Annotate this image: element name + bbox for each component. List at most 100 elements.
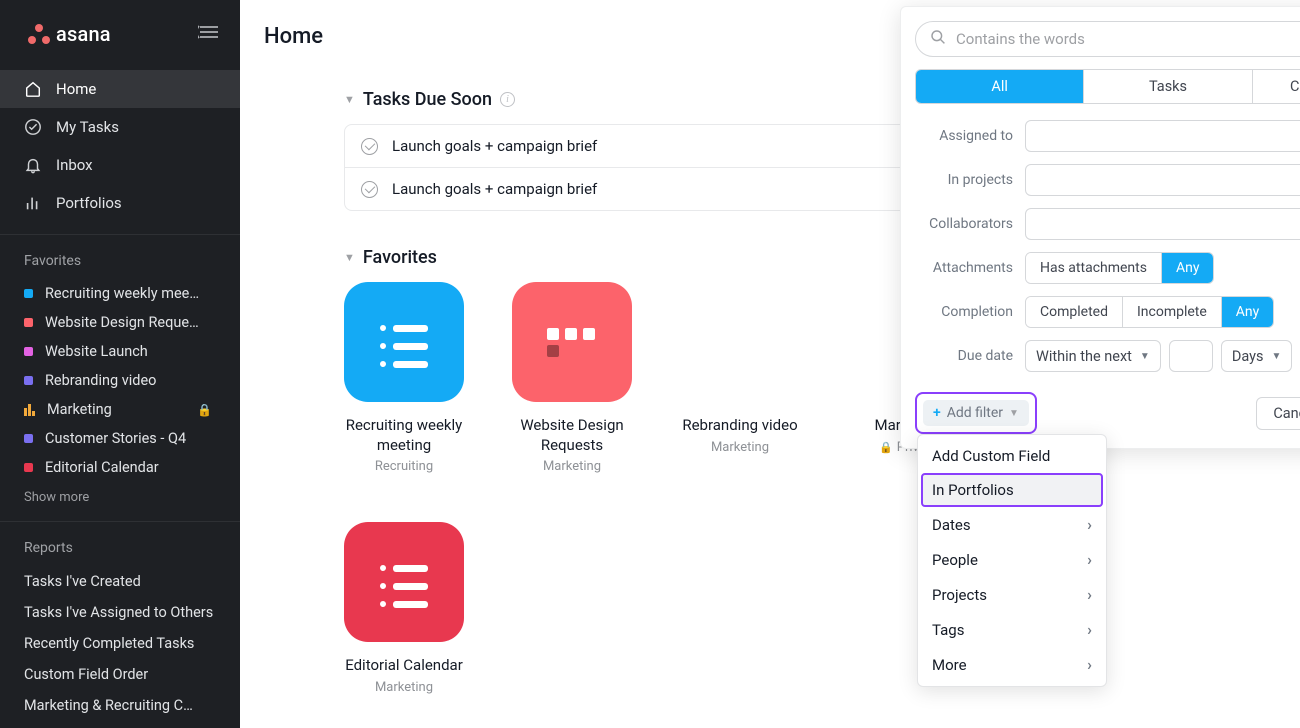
asana-logo[interactable]: asana (28, 22, 111, 46)
label-attachments: Attachments (915, 260, 1025, 276)
dd-projects[interactable]: Projects› (918, 577, 1106, 612)
show-more-link[interactable]: Show more (0, 482, 240, 513)
nav-portfolios-label: Portfolios (56, 194, 122, 212)
chevron-down-icon: ▼ (1271, 351, 1281, 362)
add-filter-button[interactable]: + Add filter ▼ (923, 400, 1029, 426)
sidebar-favorite-item[interactable]: Customer Stories - Q4 (0, 424, 240, 453)
card-tile (680, 282, 800, 402)
tasks-due-heading: Tasks Due Soon (363, 89, 492, 110)
sidebar-favorite-item[interactable]: Marketing🔒 (0, 395, 240, 424)
dd-dates[interactable]: Dates› (918, 507, 1106, 542)
label-completion: Completion (915, 304, 1025, 320)
in-projects-input[interactable] (1025, 164, 1300, 196)
project-color-icon (24, 376, 33, 385)
board-icon (547, 328, 597, 357)
due-unit-select[interactable]: Days▼ (1221, 340, 1293, 372)
seg-attach-any[interactable]: Any (1161, 253, 1214, 283)
sidebar-favorite-item[interactable]: Recruiting weekly mee… (0, 279, 240, 308)
nav-inbox[interactable]: Inbox (0, 146, 240, 184)
sidebar-report-item[interactable]: Tasks I've Assigned to Others (0, 597, 240, 628)
favorites-header: Favorites (0, 243, 240, 279)
home-icon (24, 80, 42, 98)
tab-tasks[interactable]: Tasks (1083, 70, 1251, 103)
nav-home-label: Home (56, 80, 96, 98)
seg-incomplete[interactable]: Incomplete (1122, 297, 1221, 327)
collaborators-input[interactable] (1025, 208, 1300, 240)
favorite-card[interactable]: Editorial CalendarMarketing (344, 522, 464, 695)
sidebar-favorite-label: Customer Stories - Q4 (45, 430, 186, 447)
sidebar-favorite-item[interactable]: Editorial Calendar (0, 453, 240, 482)
task-title: Launch goals + campaign brief (392, 137, 597, 155)
chevron-right-icon: › (1087, 620, 1092, 639)
collapse-sidebar-icon[interactable] (198, 24, 220, 44)
complete-task-icon[interactable] (361, 181, 378, 198)
chevron-right-icon: › (1087, 550, 1092, 569)
info-icon[interactable]: i (500, 92, 515, 107)
sidebar-favorite-item[interactable]: Website Design Reque… (0, 308, 240, 337)
dd-more[interactable]: More› (918, 647, 1106, 682)
advanced-search-panel: All Tasks Conversations Assigned to In p… (900, 6, 1300, 449)
nav-my-tasks[interactable]: My Tasks (0, 108, 240, 146)
sidebar-favorite-label: Marketing (47, 401, 112, 418)
seg-completion-any[interactable]: Any (1221, 297, 1274, 327)
tab-all[interactable]: All (916, 70, 1083, 103)
chart-icon (24, 194, 42, 212)
project-color-icon (24, 289, 33, 298)
portfolio-icon (24, 404, 35, 416)
seg-has-attachments[interactable]: Has attachments (1026, 253, 1161, 283)
label-assigned-to: Assigned to (915, 128, 1025, 144)
dd-people[interactable]: People› (918, 542, 1106, 577)
collapse-caret-icon[interactable]: ▼ (344, 93, 355, 106)
card-title: Rebranding video (680, 416, 800, 436)
sidebar-report-item[interactable]: Marketing & Recruiting C… (0, 690, 240, 721)
nav-portfolios[interactable]: Portfolios (0, 184, 240, 222)
cancel-button[interactable]: Cancel (1256, 397, 1300, 430)
plus-icon: + (933, 405, 941, 421)
nav-home[interactable]: Home (0, 70, 240, 108)
favorite-card[interactable]: Recruiting weekly meeting Recruiting (344, 282, 464, 474)
tab-conversations[interactable]: Conversations (1252, 70, 1300, 103)
sidebar-favorite-item[interactable]: Website Launch (0, 337, 240, 366)
search-input[interactable] (956, 30, 1300, 48)
dd-add-custom-field[interactable]: Add Custom Field (918, 439, 1106, 473)
search-icon (930, 29, 946, 49)
seg-completed[interactable]: Completed (1026, 297, 1122, 327)
logo-text: asana (56, 22, 111, 46)
due-number-input[interactable] (1169, 340, 1213, 372)
nav-inbox-label: Inbox (56, 156, 93, 174)
favorite-card[interactable]: Rebranding videoMarketing (680, 282, 800, 474)
collapse-caret-icon[interactable]: ▼ (344, 251, 355, 264)
project-color-icon (24, 347, 33, 356)
sidebar-report-item[interactable]: Tasks I've Created (0, 566, 240, 597)
chevron-down-icon: ▼ (1009, 408, 1019, 419)
sidebar-favorite-item[interactable]: Rebranding video (0, 366, 240, 395)
card-tile (512, 282, 632, 402)
sidebar-report-item[interactable]: Assigned Reports (0, 721, 240, 728)
lock-icon: 🔒 (879, 441, 893, 454)
sidebar-report-item[interactable]: Recently Completed Tasks (0, 628, 240, 659)
project-color-icon (24, 434, 33, 443)
sidebar: asana Home My Tasks Inbox Portfolios Fav… (0, 0, 240, 728)
due-range-select[interactable]: Within the next▼ (1025, 340, 1161, 372)
sidebar-favorite-label: Recruiting weekly mee… (45, 285, 199, 302)
assigned-to-input[interactable] (1025, 120, 1300, 152)
list-icon (380, 322, 428, 362)
reports-header: Reports (0, 530, 240, 566)
card-title: Website Design Requests (512, 416, 632, 455)
sidebar-favorite-label: Rebranding video (45, 372, 156, 389)
card-subtitle: Marketing (344, 680, 464, 695)
complete-task-icon[interactable] (361, 138, 378, 155)
card-subtitle: Recruiting (344, 459, 464, 474)
label-collaborators: Collaborators (915, 216, 1025, 232)
main-area: Home + ? ▼ Tasks Due Soon i Launch goals… (240, 0, 1300, 728)
nav-my-tasks-label: My Tasks (56, 118, 119, 136)
project-color-icon (24, 463, 33, 472)
label-due-date: Due date (915, 348, 1025, 364)
sidebar-report-item[interactable]: Custom Field Order (0, 659, 240, 690)
card-title: Recruiting weekly meeting (344, 416, 464, 455)
search-box[interactable] (915, 21, 1300, 57)
dd-in-portfolios[interactable]: In Portfolios (921, 473, 1103, 507)
dd-tags[interactable]: Tags› (918, 612, 1106, 647)
sidebar-favorite-label: Website Launch (45, 343, 148, 360)
favorite-card[interactable]: Website Design RequestsMarketing (512, 282, 632, 474)
